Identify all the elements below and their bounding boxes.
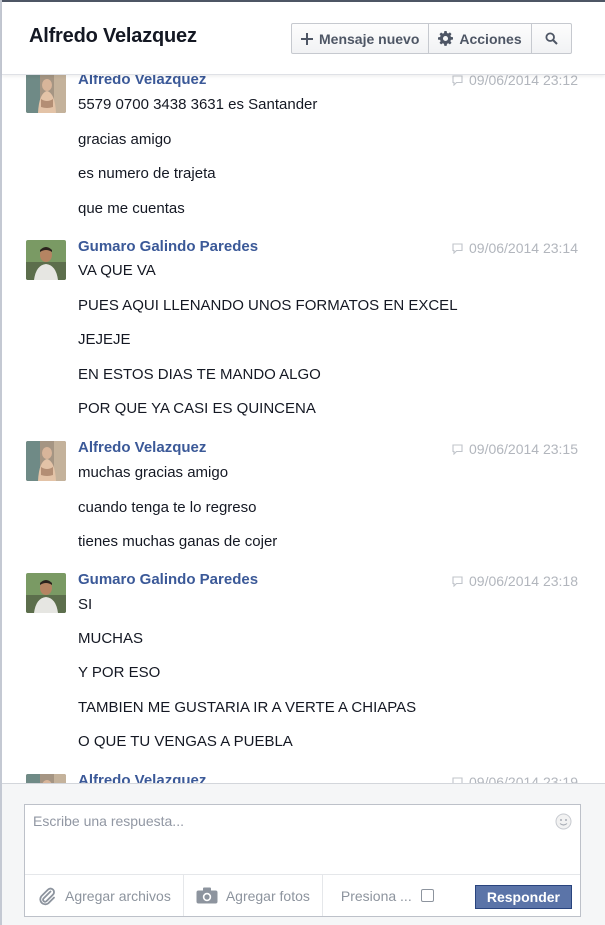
avatar[interactable] [26,573,66,613]
message-line: es numero de trajeta [78,165,216,182]
timestamp-text: 09/06/2014 23:18 [469,573,578,589]
message-line: POR QUE YA CASI ES QUINCENA [78,400,316,417]
message-line: Y POR ESO [78,664,161,681]
reply-button[interactable]: Responder [474,885,572,909]
search-button[interactable] [532,24,571,53]
message-line: PUES AQUI LLENANDO UNOS FORMATOS EN EXCE… [78,297,458,314]
press-enter-checkbox[interactable] [420,889,434,902]
message-line: EN ESTOS DIAS TE MANDO ALGO [78,366,321,383]
reply-composer: Agregar archivos Agregar fotos Presiona … [24,804,581,917]
avatar[interactable] [26,240,66,280]
attach-files-button[interactable]: Agregar archivos [25,875,184,916]
avatar[interactable] [26,75,66,113]
message-line: gracias amigo [78,131,172,148]
message-line: MUCHAS [78,630,144,647]
message-line: VA QUE VA [78,262,156,279]
reply-input[interactable] [25,805,580,873]
message-line: tienes muchas ganas de cojer [78,533,278,550]
paperclip-icon [37,886,57,906]
attach-files-label: Agregar archivos [65,887,171,904]
search-icon [545,32,558,45]
message-timestamp: 09/06/2014 23:19 [452,774,578,783]
message-line: 5579 0700 3438 3631 es Santander [78,96,318,113]
plus-icon [301,32,313,45]
timestamp-text: 09/06/2014 23:12 [469,75,578,88]
gear-icon [438,31,454,46]
smiley-icon[interactable] [555,813,572,835]
new-message-button[interactable]: Mensaje nuevo [292,24,430,53]
conversation-title: Alfredo Velazquez [29,25,197,47]
message-line: SI [78,596,93,613]
new-message-label: Mensaje nuevo [319,30,420,47]
camera-icon [196,887,218,904]
timestamp-text: 09/06/2014 23:14 [469,240,578,256]
message-timestamp: 09/06/2014 23:14 [452,240,578,256]
timestamp-text: 09/06/2014 23:19 [469,774,578,783]
chat-bubble-icon [452,575,463,587]
message-timestamp: 09/06/2014 23:12 [452,75,578,88]
chat-bubble-icon [452,443,463,455]
message-line: que me cuentas [78,200,185,217]
sender-name[interactable]: Alfredo Velazquez [78,439,206,456]
timestamp-text: 09/06/2014 23:15 [469,441,578,457]
add-photos-label: Agregar fotos [225,887,310,904]
chat-bubble-icon [452,75,463,86]
message-line: muchas gracias amigo [78,464,229,481]
composer-toolbar: Agregar archivos Agregar fotos Presiona … [25,874,580,916]
sender-name[interactable]: Gumaro Galindo Paredes [78,571,258,588]
message-line: JEJEJE [78,331,131,348]
sender-name[interactable]: Alfredo Velazquez [78,772,206,783]
sender-name[interactable]: Gumaro Galindo Paredes [78,238,258,255]
add-photos-button[interactable]: Agregar fotos [184,875,323,916]
sender-name[interactable]: Alfredo Velazquez [78,75,206,88]
message-thread[interactable]: Alfredo Velazquez 09/06/2014 23:12 5579 … [2,75,605,783]
message-timestamp: 09/06/2014 23:15 [452,441,578,457]
actions-button[interactable]: Acciones [429,24,532,53]
avatar[interactable] [26,441,66,481]
message-line: TAMBIEN ME GUSTARIA IR A VERTE A CHIAPAS [78,699,417,716]
conversation-header: Alfredo Velazquez Mensaje nuevo Acciones [2,2,605,75]
chat-bubble-icon [452,242,463,254]
message-timestamp: 09/06/2014 23:18 [452,573,578,589]
message-line: cuando tenga te lo regreso [78,499,257,516]
actions-label: Acciones [459,30,522,47]
header-button-group: Mensaje nuevo Acciones [291,23,572,54]
message-line: O QUE TU VENGAS A PUEBLA [78,733,293,750]
avatar[interactable] [26,774,66,783]
press-enter-label: Presiona ... [340,887,412,904]
